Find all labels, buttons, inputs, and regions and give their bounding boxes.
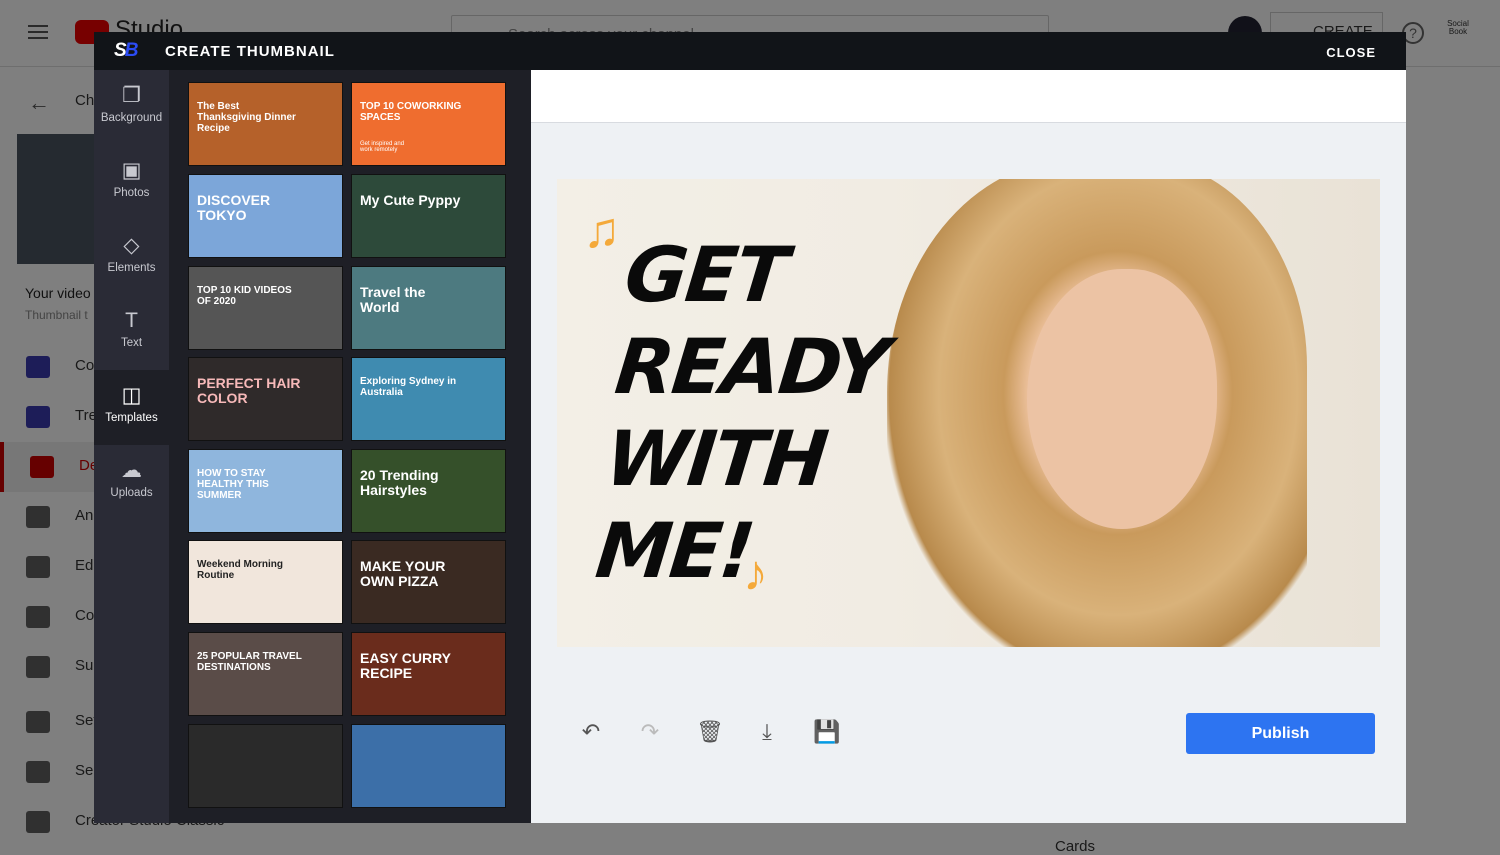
template-card[interactable]: HOW TO STAY HEALTHY THIS SUMMER	[188, 449, 343, 533]
template-card[interactable]: 20 Trending Hairstyles	[351, 449, 506, 533]
headline-line: GET	[620, 230, 791, 319]
elements-icon: ◇	[123, 234, 140, 257]
socialbook-logo: SB	[114, 40, 138, 61]
rail-photos[interactable]: ▣ Photos	[94, 145, 169, 220]
template-card[interactable]: 25 POPULAR TRAVEL DESTINATIONS	[188, 632, 343, 716]
templates-icon: ◫	[121, 384, 142, 407]
template-text: Travel the World	[360, 284, 426, 316]
delete-icon[interactable]: 🗑	[696, 720, 724, 744]
modal-title: CREATE THUMBNAIL	[165, 43, 335, 60]
rail-background[interactable]: ❐ Background	[94, 70, 169, 145]
headline-text[interactable]: GET READY WITH ME!	[592, 229, 902, 597]
template-card[interactable]: Exploring Sydney in Australia	[351, 357, 506, 441]
close-button[interactable]: CLOSE	[1326, 45, 1376, 60]
editor-workspace: GET READY WITH ME! ♫ ♪ ↶ ↷ 🗑 ⤓ 💾 Publish	[531, 70, 1406, 823]
modal-header: SB CREATE THUMBNAIL CLOSE	[94, 32, 1406, 70]
redo-icon[interactable]: ↷	[638, 720, 662, 744]
headline-line: ME!	[591, 506, 758, 595]
template-card[interactable]: Weekend Morning Routine	[188, 540, 343, 624]
template-subtext: Get inspired and work remotely	[360, 141, 405, 153]
template-text: TOP 10 COWORKING SPACES	[360, 101, 462, 123]
publish-button[interactable]: Publish	[1186, 713, 1375, 754]
headline-line: READY	[611, 322, 893, 411]
rail-text[interactable]: T Text	[94, 295, 169, 370]
photos-icon: ▣	[121, 159, 142, 182]
template-text: 25 POPULAR TRAVEL DESTINATIONS	[197, 651, 302, 673]
undo-icon[interactable]: ↶	[579, 720, 603, 744]
tool-rail: ❐ Background ▣ Photos ◇ Elements T Text ◫ Tem…	[94, 70, 169, 823]
upload-cloud-icon: ☁	[121, 459, 142, 482]
template-text: Weekend Morning Routine	[197, 559, 283, 581]
thumbnail-canvas[interactable]: GET READY WITH ME! ♫ ♪	[557, 179, 1380, 647]
template-text: HOW TO STAY HEALTHY THIS SUMMER	[197, 468, 269, 501]
template-card[interactable]: TOP 10 KID VIDEOS OF 2020	[188, 266, 343, 350]
template-text: DISCOVER TOKYO	[197, 192, 271, 224]
download-icon[interactable]: ⤓	[755, 720, 779, 744]
template-text: PERFECT HAIR COLOR	[197, 375, 301, 407]
save-icon[interactable]: 💾	[813, 720, 840, 744]
text-icon: T	[125, 309, 138, 332]
template-card[interactable]	[351, 724, 506, 808]
rail-elements[interactable]: ◇ Elements	[94, 220, 169, 295]
template-card[interactable]: TOP 10 COWORKING SPACES Get inspired and …	[351, 82, 506, 166]
template-card[interactable]: DISCOVER TOKYO	[188, 174, 343, 258]
create-thumbnail-modal: SB CREATE THUMBNAIL CLOSE ❐ Background ▣ P…	[94, 32, 1406, 823]
background-icon: ❐	[122, 84, 141, 107]
template-text: MAKE YOUR OWN PIZZA	[360, 558, 446, 590]
template-card[interactable]: MAKE YOUR OWN PIZZA	[351, 540, 506, 624]
workspace-top-bar	[531, 70, 1406, 123]
music-note-icon[interactable]: ♪	[743, 544, 768, 602]
template-text: 20 Trending Hairstyles	[360, 467, 439, 499]
template-card[interactable]	[188, 724, 343, 808]
headline-line: WITH	[601, 414, 831, 503]
rail-templates[interactable]: ◫ Templates	[94, 370, 169, 445]
rail-uploads[interactable]: ☁ Uploads	[94, 445, 169, 520]
template-text: The Best Thanksgiving Dinner Recipe	[197, 101, 296, 134]
template-text: Exploring Sydney in Australia	[360, 376, 457, 398]
template-text: TOP 10 KID VIDEOS OF 2020	[197, 285, 292, 307]
template-text: My Cute Pyppy	[360, 192, 461, 208]
template-card[interactable]: Travel the World	[351, 266, 506, 350]
template-card[interactable]: EASY CURRY RECIPE	[351, 632, 506, 716]
portrait-face	[1027, 269, 1217, 529]
template-card[interactable]: My Cute Pyppy	[351, 174, 506, 258]
template-text: EASY CURRY RECIPE	[360, 650, 451, 682]
template-card[interactable]: PERFECT HAIR COLOR	[188, 357, 343, 441]
templates-panel: WITH ME!IN THE WORLDThe Best Thanksgivin…	[169, 70, 531, 823]
template-card[interactable]: The Best Thanksgiving Dinner Recipe	[188, 82, 343, 166]
music-note-icon[interactable]: ♫	[583, 201, 621, 259]
